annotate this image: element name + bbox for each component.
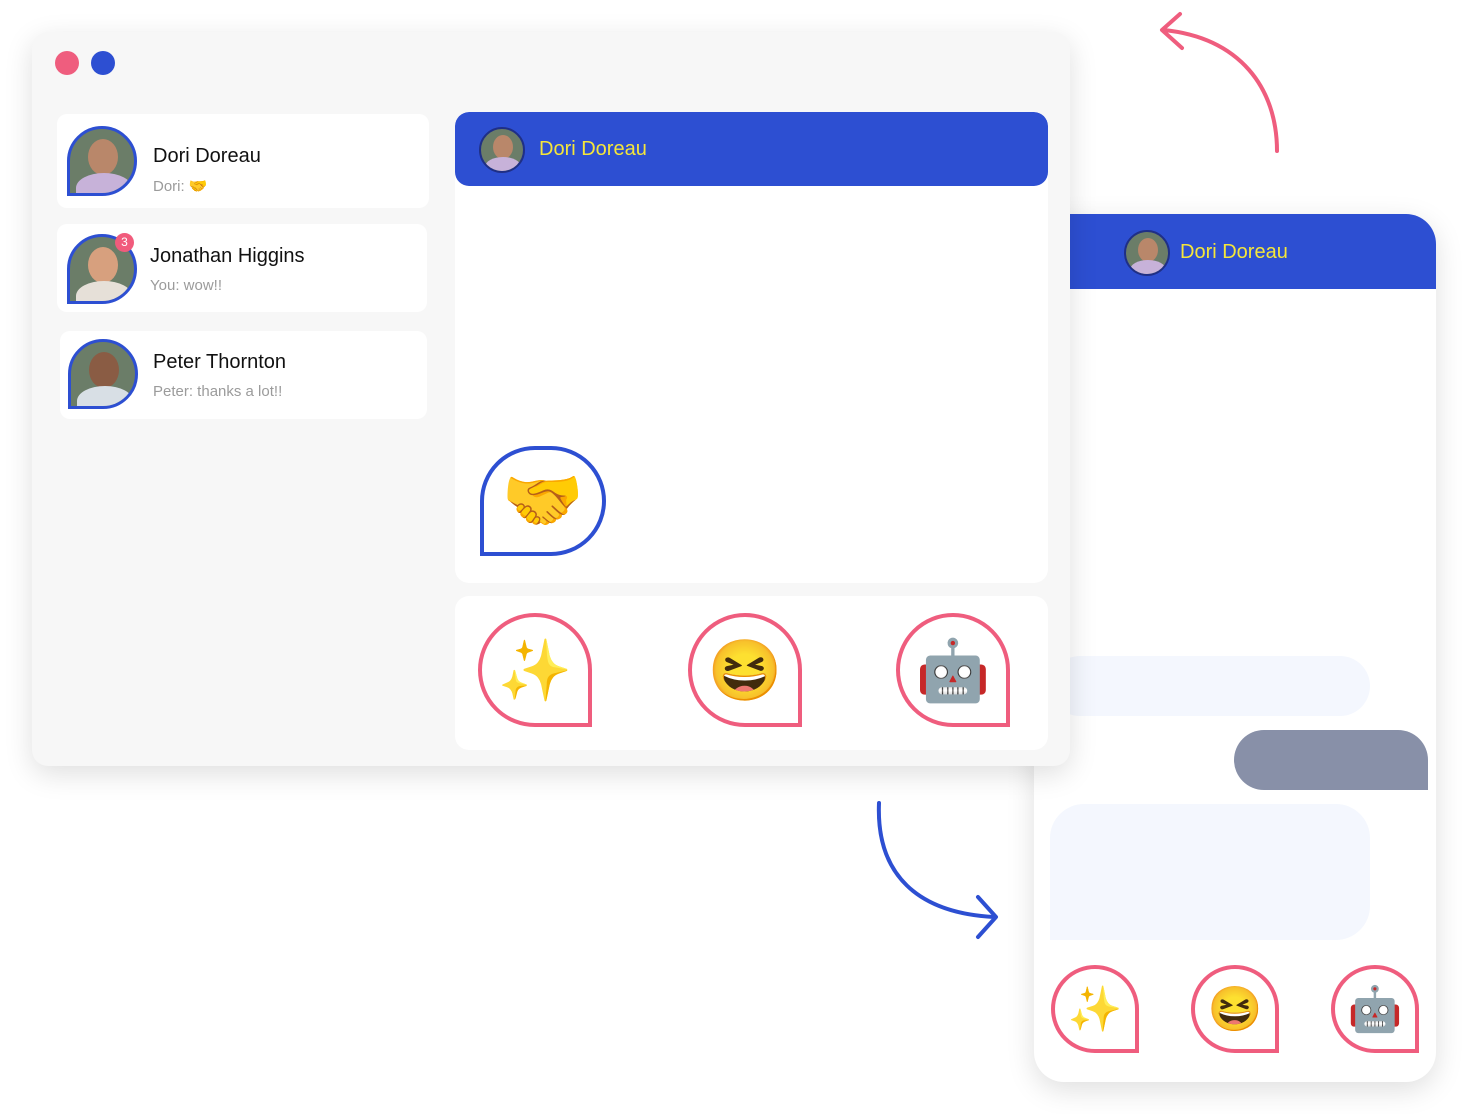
handshake-icon: 🤝 bbox=[188, 178, 208, 195]
desktop-chat-window: Dori Doreau Dori: 🤝 3 Jonathan Higgins Y… bbox=[32, 32, 1070, 766]
message-bubble-outgoing bbox=[1234, 730, 1428, 790]
conversation-name: Jonathan Higgins bbox=[150, 245, 305, 267]
contact-name: Dori Doreau bbox=[539, 138, 647, 160]
conversation-preview: Peter: thanks a lot!! bbox=[153, 383, 283, 400]
curved-arrow-down-icon bbox=[876, 801, 998, 939]
window-close-button[interactable] bbox=[55, 51, 79, 75]
sticker-message-handshake: 🤝 bbox=[480, 446, 606, 556]
contact-avatar[interactable] bbox=[1124, 230, 1170, 276]
contact-avatar[interactable] bbox=[479, 127, 525, 173]
conversation-name: Dori Doreau bbox=[153, 145, 261, 167]
mobile-chat-header: Dori Doreau bbox=[1034, 214, 1436, 289]
avatar bbox=[68, 339, 138, 409]
window-minimize-button[interactable] bbox=[91, 51, 115, 75]
sticker-picker: ✨ 😆 🤖 bbox=[455, 596, 1048, 750]
sticker-sparkles[interactable]: ✨ bbox=[1051, 965, 1139, 1053]
conversation-preview: Dori: 🤝 bbox=[153, 178, 208, 195]
sticker-sparkles[interactable]: ✨ bbox=[478, 613, 592, 727]
conversation-item[interactable]: Peter Thornton Peter: thanks a lot!! bbox=[60, 331, 427, 419]
conversation-name: Peter Thornton bbox=[153, 351, 287, 373]
contact-name: Dori Doreau bbox=[1180, 241, 1288, 263]
conversation-item[interactable]: 3 Jonathan Higgins You: wow!! bbox=[57, 224, 427, 312]
sticker-robot[interactable]: 🤖 bbox=[1331, 965, 1419, 1053]
sticker-laughing-face[interactable]: 😆 bbox=[1191, 965, 1279, 1053]
chat-panel: Dori Doreau 🤝 bbox=[455, 112, 1048, 583]
chat-header: Dori Doreau bbox=[455, 112, 1048, 186]
unread-badge: 3 bbox=[115, 233, 134, 252]
message-bubble-incoming bbox=[1050, 804, 1370, 940]
conversation-item[interactable]: Dori Doreau Dori: 🤝 bbox=[57, 114, 429, 208]
avatar bbox=[67, 126, 137, 196]
sticker-robot[interactable]: 🤖 bbox=[896, 613, 1010, 727]
stage: Dori Doreau ✨ 😆 🤖 Dori Doreau Dori: 🤝 3 … bbox=[0, 0, 1469, 1114]
message-bubble-incoming bbox=[1050, 656, 1370, 716]
mobile-chat-window: Dori Doreau ✨ 😆 🤖 bbox=[1034, 214, 1436, 1082]
conversation-preview: You: wow!! bbox=[150, 277, 222, 294]
sticker-laughing-face[interactable]: 😆 bbox=[688, 613, 802, 727]
curved-arrow-up-icon bbox=[1160, 12, 1279, 153]
